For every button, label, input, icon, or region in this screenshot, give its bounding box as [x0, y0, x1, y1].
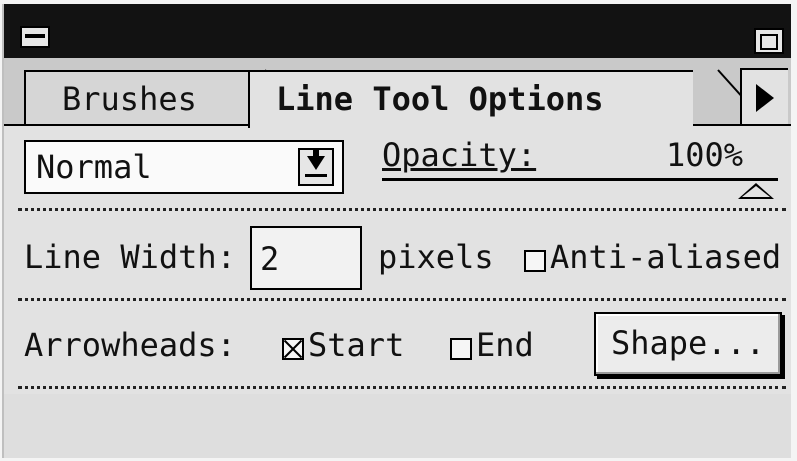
tab-line-tool-options[interactable]: Line Tool Options [248, 70, 693, 128]
arrowhead-start-label: Start [308, 326, 405, 364]
collapse-icon[interactable] [20, 26, 50, 48]
divider [18, 208, 786, 211]
tab-divider-left [4, 124, 248, 126]
line-width-unit: pixels [378, 238, 494, 276]
divider [18, 298, 786, 301]
arrowhead-start-checkbox[interactable] [282, 338, 304, 360]
dropdown-arrow-icon[interactable] [298, 148, 334, 186]
blend-mode-value: Normal [36, 148, 152, 186]
tab-brushes-label: Brushes [62, 80, 197, 118]
opacity-slider-thumb[interactable] [738, 183, 774, 199]
line-width-label: Line Width: [24, 238, 236, 276]
blend-mode-select[interactable]: Normal [24, 140, 344, 194]
tab-line-tool-options-label: Line Tool Options [276, 80, 604, 118]
arrowheads-label: Arrowheads: [24, 326, 236, 364]
line-tool-options-palette: Brushes Line Tool Options Normal Opacity… [2, 4, 791, 458]
tab-brushes[interactable]: Brushes [24, 70, 254, 124]
line-width-input[interactable]: 2 [250, 226, 362, 290]
arrowhead-end-checkbox[interactable] [450, 338, 472, 360]
line-width-value: 2 [260, 240, 280, 278]
palette-menu-arrow-icon[interactable] [740, 68, 788, 126]
palette-empty-area [4, 394, 791, 458]
palette-title-bar[interactable] [4, 4, 791, 58]
opacity-slider-track[interactable] [382, 178, 778, 181]
zoom-icon[interactable] [754, 28, 784, 54]
arrowhead-end-label: End [476, 326, 534, 364]
tab-strip: Brushes Line Tool Options [4, 58, 791, 128]
anti-aliased-checkbox[interactable] [524, 250, 546, 272]
divider [18, 386, 786, 389]
tab-divider-right [693, 124, 791, 126]
anti-aliased-label: Anti-aliased [550, 238, 782, 276]
shape-button[interactable]: Shape... [594, 312, 782, 376]
opacity-label: Opacity: [382, 136, 537, 174]
opacity-value: 100% [666, 136, 744, 174]
